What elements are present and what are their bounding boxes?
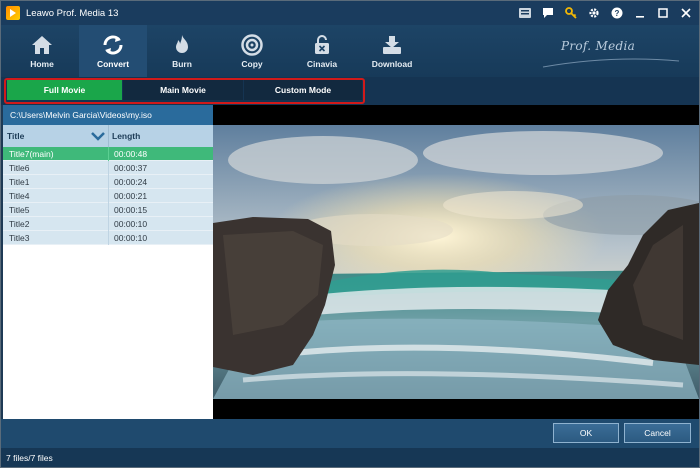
mode-bar: Full Movie Main Movie Custom Mode (1, 77, 699, 105)
row-title: Title7(main) (9, 149, 54, 159)
dialog-button-bar: OK Cancel (1, 419, 699, 448)
table-row[interactable]: Title5 00:00:15 (3, 203, 213, 217)
toolbar-home-button[interactable]: Home (9, 25, 75, 77)
video-preview[interactable] (213, 105, 699, 419)
svg-text:?: ? (615, 9, 620, 18)
gear-icon[interactable] (587, 6, 601, 20)
maximize-icon[interactable] (656, 6, 670, 20)
toolbar-item-label: Convert (96, 59, 130, 69)
row-title: Title1 (9, 177, 30, 187)
table-row[interactable]: Title1 00:00:24 (3, 175, 213, 189)
row-length: 00:00:24 (114, 177, 148, 187)
chevron-down-icon[interactable] (91, 131, 105, 141)
copy-icon (241, 34, 263, 56)
ok-button[interactable]: OK (553, 423, 619, 443)
cancel-button[interactable]: Cancel (624, 423, 691, 443)
toolbar-item-label: Home (30, 59, 54, 69)
burn-icon (176, 35, 188, 53)
cinavia-icon (315, 35, 329, 54)
title-bar: Leawo Prof. Media 13 ? (1, 1, 699, 25)
mode-highlight-frame (4, 78, 365, 104)
table-row[interactable]: Title2 00:00:10 (3, 217, 213, 231)
row-title: Title2 (9, 219, 30, 229)
row-title: Title4 (9, 191, 30, 201)
toolbar-item-label: Download (371, 59, 413, 69)
row-length: 00:00:21 (114, 191, 148, 201)
row-title: Title5 (9, 205, 30, 215)
file-count-status: 7 files/7 files (6, 452, 53, 463)
table-row[interactable]: Title6 00:00:37 (3, 161, 213, 175)
close-icon[interactable] (679, 6, 693, 20)
toolbar-download-button[interactable]: Download (359, 25, 425, 77)
brand-logo: Prof. Media (561, 39, 636, 53)
main-toolbar: Home Convert Burn Copy Cinavia Download … (1, 25, 699, 77)
row-length: 00:00:37 (114, 163, 148, 173)
toolbar-cinavia-button[interactable]: Cinavia (289, 25, 355, 77)
brand-swoosh-icon (542, 58, 680, 68)
row-title: Title6 (9, 163, 30, 173)
toolbar-burn-button[interactable]: Burn (149, 25, 215, 77)
title-list-panel: C:\Users\Melvin Garcia\Videos\my.iso Tit… (3, 105, 213, 419)
table-row[interactable]: Title3 00:00:10 (3, 231, 213, 245)
toolbar-item-label: Copy (241, 59, 263, 69)
toolbar-item-label: Burn (172, 59, 192, 69)
row-length: 00:00:48 (114, 149, 148, 159)
table-row[interactable]: Title4 00:00:21 (3, 189, 213, 203)
app-window: Leawo Prof. Media 13 ? Home Convert Burn… (0, 0, 700, 468)
table-row[interactable]: Title7(main) 00:00:48 (3, 147, 213, 161)
row-title: Title3 (9, 233, 30, 243)
key-icon[interactable] (564, 6, 578, 20)
app-logo-icon (6, 6, 20, 20)
source-path: C:\Users\Melvin Garcia\Videos\my.iso (3, 105, 213, 125)
convert-icon (103, 35, 123, 55)
register-icon[interactable] (518, 6, 532, 20)
toolbar-convert-button[interactable]: Convert (79, 25, 147, 77)
download-icon (383, 36, 401, 54)
column-length-header[interactable]: Length (112, 131, 140, 141)
row-length: 00:00:10 (114, 219, 148, 229)
column-title-header[interactable]: Title (7, 131, 24, 141)
status-bar: 7 files/7 files (1, 448, 699, 467)
row-length: 00:00:15 (114, 205, 148, 215)
home-icon (32, 36, 52, 54)
toolbar-copy-button[interactable]: Copy (219, 25, 285, 77)
row-length: 00:00:10 (114, 233, 148, 243)
window-title: Leawo Prof. Media 13 (26, 7, 119, 19)
toolbar-item-label: Cinavia (306, 59, 338, 69)
chat-icon[interactable] (541, 6, 555, 20)
minimize-icon[interactable] (633, 6, 647, 20)
preview-frame-image (213, 105, 699, 419)
help-icon[interactable]: ? (610, 6, 624, 20)
table-header: Title Length (3, 125, 213, 147)
